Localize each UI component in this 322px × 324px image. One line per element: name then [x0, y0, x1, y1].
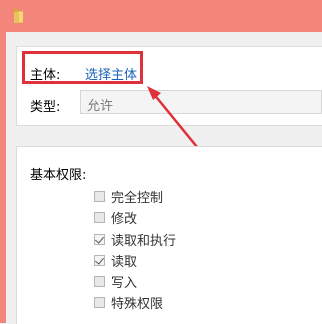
permission-read[interactable]: 读取 [94, 252, 138, 270]
permission-label: 读取 [111, 254, 138, 270]
permission-label: 特殊权限 [111, 296, 164, 312]
checkbox-checked[interactable] [94, 233, 105, 245]
type-dropdown[interactable]: 允许 [80, 90, 322, 114]
permission-special[interactable]: 特殊权限 [94, 294, 164, 312]
type-label: 类型: [30, 100, 61, 115]
permission-read-execute[interactable]: 读取和执行 [94, 231, 177, 249]
highlight-box [22, 51, 143, 84]
checkbox-checked[interactable] [94, 254, 105, 266]
checkbox[interactable] [94, 211, 105, 223]
permission-full-control[interactable]: 完全控制 [94, 188, 164, 206]
window-frame-left [0, 32, 6, 323]
checkbox[interactable] [94, 296, 105, 308]
permission-label: 读取和执行 [111, 233, 177, 249]
checkbox[interactable] [94, 275, 105, 287]
permission-label: 完全控制 [111, 190, 164, 206]
permission-label: 写入 [111, 275, 138, 291]
checkbox[interactable] [94, 190, 105, 202]
title-bar [0, 0, 322, 32]
basic-permissions-heading: 基本权限: [30, 168, 87, 183]
permission-label: 修改 [111, 211, 138, 227]
permission-write[interactable]: 写入 [94, 273, 138, 291]
folder-icon [14, 9, 23, 23]
permission-modify[interactable]: 修改 [94, 209, 138, 227]
